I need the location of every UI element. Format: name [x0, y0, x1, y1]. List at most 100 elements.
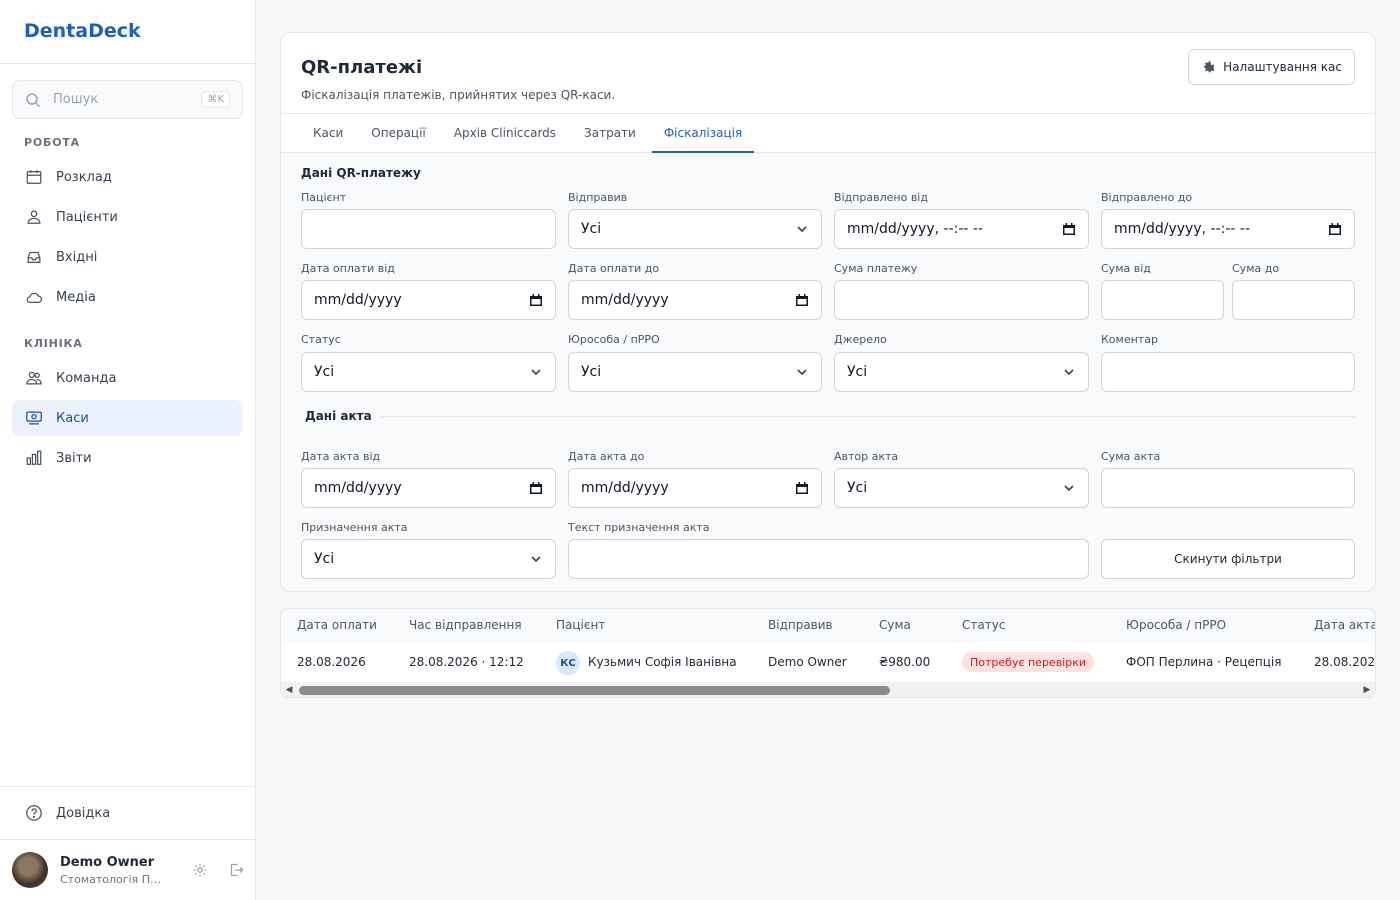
user-info: Demo Owner Стоматологія Перлина — [60, 855, 164, 886]
cell-act-date: 28.08.2026 — [1314, 655, 1376, 669]
scrollbar-thumb[interactable] — [299, 686, 890, 695]
gear-icon[interactable] — [192, 862, 208, 878]
calendar-icon[interactable] — [1062, 222, 1076, 236]
act-author-label: Автор акта — [834, 450, 899, 463]
sidebar-item-label: Пацієнти — [56, 209, 118, 225]
status-value: Усі — [314, 364, 335, 380]
act-date-to-input[interactable]: mm/dd/yyyy — [568, 468, 822, 508]
patient-initials-avatar: КС — [556, 651, 580, 675]
tab-cash-registers[interactable]: Каси — [301, 114, 355, 153]
sent-to-input[interactable]: mm/dd/yyyy, --:-- -- — [1101, 209, 1355, 249]
cell-sent-time: 28.08.2026 · 12:12 — [409, 655, 524, 669]
avatar[interactable] — [12, 852, 48, 888]
act-date-from-value: mm/dd/yyyy — [314, 480, 402, 496]
logout-icon[interactable] — [228, 862, 244, 878]
pay-sum-input[interactable] — [834, 280, 1089, 320]
sidebar-item-team[interactable]: Команда — [12, 360, 243, 396]
scroll-left-arrow-icon[interactable]: ◀ — [284, 685, 294, 695]
comment-label: Коментар — [1101, 333, 1158, 346]
tab-expenses[interactable]: Затрати — [572, 114, 648, 153]
gear-icon — [1201, 59, 1217, 75]
filters-panel: Дані QR-платежу Пацієнт Відправив Усі Ві… — [281, 153, 1375, 591]
act-author-select[interactable]: Усі — [834, 468, 1089, 508]
search-input[interactable] — [53, 92, 202, 107]
calendar-icon[interactable] — [1328, 222, 1342, 236]
cash-settings-button[interactable]: Налаштування кас — [1188, 49, 1355, 85]
sidebar-divider — [0, 786, 256, 787]
sidebar-item-patients[interactable]: Пацієнти — [12, 199, 243, 235]
act-section-title: Дані акта — [305, 409, 372, 423]
calendar-icon[interactable] — [795, 481, 809, 495]
calendar-icon[interactable] — [795, 293, 809, 307]
sum-from-input[interactable] — [1101, 280, 1224, 320]
table-row[interactable]: 28.08.2026 28.08.2026 · 12:12 КС Кузьмич… — [281, 642, 1375, 682]
cloud-icon — [24, 287, 44, 307]
sidebar-item-media[interactable]: Медіа — [12, 279, 243, 315]
col-status[interactable]: Статус — [962, 618, 1005, 632]
pay-date-from-label: Дата оплати від — [301, 262, 395, 275]
pay-date-to-label: Дата оплати до — [568, 262, 660, 275]
scroll-right-arrow-icon[interactable]: ▶ — [1362, 685, 1372, 695]
pay-date-to-value: mm/dd/yyyy — [581, 292, 669, 308]
tab-fiscalization[interactable]: Фіскалізація — [651, 114, 755, 153]
act-date-to-value: mm/dd/yyyy — [581, 480, 669, 496]
status-label: Статус — [301, 333, 341, 346]
chevron-down-icon — [795, 365, 809, 379]
col-act-date[interactable]: Дата акта — [1314, 618, 1375, 632]
act-author-value: Усі — [847, 480, 868, 496]
user-name: Demo Owner — [60, 854, 155, 870]
sidebar-item-help[interactable]: Довідка — [12, 795, 243, 831]
sum-to-label: Сума до — [1232, 262, 1280, 275]
source-select[interactable]: Усі — [834, 352, 1089, 392]
col-patient[interactable]: Пацієнт — [556, 618, 605, 632]
cell-sum: ₴980.00 — [879, 655, 931, 669]
search-box[interactable]: ⌘K — [12, 80, 243, 119]
pay-date-from-value: mm/dd/yyyy — [314, 292, 402, 308]
sent-from-input[interactable]: mm/dd/yyyy, --:-- -- — [834, 209, 1089, 249]
act-sum-label: Сума акта — [1101, 450, 1161, 463]
col-sender[interactable]: Відправив — [768, 618, 833, 632]
pay-date-from-input[interactable]: mm/dd/yyyy — [301, 280, 556, 320]
act-purpose-label: Призначення акта — [301, 521, 408, 534]
entity-select[interactable]: Усі — [568, 352, 822, 392]
sidebar-item-cash-registers[interactable]: Каси — [12, 400, 243, 436]
sidebar-item-schedule[interactable]: Розклад — [12, 159, 243, 195]
sidebar-item-label: Розклад — [56, 169, 112, 185]
col-pay-date[interactable]: Дата оплати — [297, 618, 377, 632]
sender-select[interactable]: Усі — [568, 209, 822, 249]
calendar-icon[interactable] — [529, 481, 543, 495]
sent-from-value: mm/dd/yyyy, --:-- -- — [847, 221, 984, 237]
reset-filters-button[interactable]: Скинути фільтри — [1101, 539, 1355, 579]
col-sum[interactable]: Сума — [879, 618, 911, 632]
pay-date-to-input[interactable]: mm/dd/yyyy — [568, 280, 822, 320]
tab-cliniccards-archive[interactable]: Архів Cliniccards — [442, 114, 568, 153]
tab-bar: Каси Операції Архів Cliniccards Затрати … — [281, 113, 1375, 153]
sum-to-input[interactable] — [1232, 280, 1355, 320]
sidebar-item-reports[interactable]: Звіти — [12, 440, 243, 476]
sidebar-item-label: Звіти — [56, 450, 92, 466]
status-badge: Потребує перевірки — [962, 652, 1095, 672]
sidebar-item-label: Команда — [56, 370, 117, 386]
cell-entity: ФОП Перлина · Рецепція — [1126, 655, 1282, 669]
horizontal-scrollbar[interactable]: ◀ ▶ — [281, 682, 1375, 697]
sidebar-item-label: Вхідні — [56, 249, 98, 265]
patient-input[interactable] — [301, 209, 556, 249]
act-purpose-text-input[interactable] — [568, 539, 1089, 579]
act-date-from-label: Дата акта від — [301, 450, 381, 463]
sender-label: Відправив — [568, 191, 628, 204]
status-select[interactable]: Усі — [301, 352, 556, 392]
act-date-from-input[interactable]: mm/dd/yyyy — [301, 468, 556, 508]
sent-to-label: Відправлено до — [1101, 191, 1193, 204]
col-sent-time[interactable]: Час відправлення — [409, 618, 522, 632]
page-title: QR-платежі — [301, 57, 423, 78]
brand-logo[interactable]: DentaDeck — [0, 0, 255, 64]
comment-input[interactable] — [1101, 352, 1355, 392]
act-sum-input[interactable] — [1101, 468, 1355, 508]
tab-operations[interactable]: Операції — [359, 114, 437, 153]
col-entity[interactable]: Юрособа / пРРО — [1126, 618, 1226, 632]
act-purpose-select[interactable]: Усі — [301, 539, 556, 579]
sidebar-item-inbox[interactable]: Вхідні — [12, 239, 243, 275]
calendar-icon[interactable] — [529, 293, 543, 307]
cell-patient[interactable]: Кузьмич Софія Іванівна — [588, 655, 737, 669]
chevron-down-icon — [1062, 481, 1076, 495]
